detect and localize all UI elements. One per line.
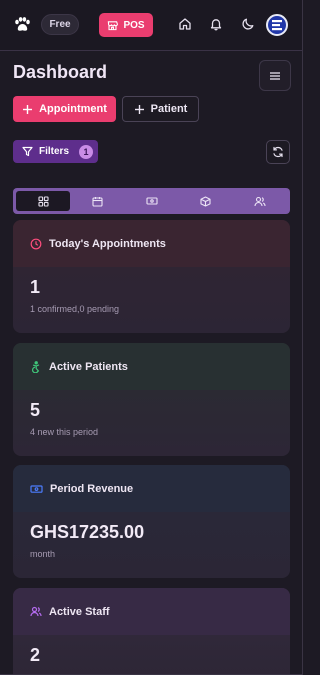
filter-icon	[22, 146, 33, 157]
card-header: Today's Appointments	[13, 220, 290, 267]
filters-label: Filters	[39, 146, 70, 157]
add-appointment-button[interactable]: Appointment	[13, 96, 116, 122]
card-value: 1	[30, 277, 41, 297]
calendar-icon	[92, 196, 103, 207]
card-header: Active Patients	[13, 343, 290, 390]
tab-inventory[interactable]	[179, 191, 233, 211]
app-frame: Free POS Dashboard Appointment Patient F…	[0, 0, 303, 675]
users-icon	[30, 606, 42, 617]
card-title: Active Staff	[49, 605, 110, 618]
pos-label: POS	[123, 19, 145, 31]
card-value: GHS17235.00	[30, 522, 145, 542]
moon-icon[interactable]	[241, 17, 255, 31]
refresh-button[interactable]	[266, 140, 290, 164]
filters-button[interactable]: Filters 1	[13, 140, 98, 163]
add-appointment-label: Appointment	[39, 103, 107, 115]
card-active-patients[interactable]: Active Patients 5 4 new this period	[13, 343, 290, 456]
card-header: Period Revenue	[13, 465, 290, 512]
card-title: Today's Appointments	[49, 237, 166, 250]
pos-button[interactable]: POS	[99, 13, 153, 37]
tab-staff[interactable]	[233, 191, 287, 211]
card-value: 2	[30, 645, 41, 665]
hamburger-icon	[269, 71, 281, 81]
package-icon	[200, 195, 211, 207]
card-subtitle: month	[30, 549, 56, 559]
add-patient-button[interactable]: Patient	[122, 96, 199, 122]
filters-count-badge: 1	[79, 144, 94, 159]
paw-icon[interactable]	[13, 16, 31, 34]
menu-button[interactable]	[259, 60, 291, 91]
banknote-icon	[30, 484, 43, 494]
card-todays-appointments[interactable]: Today's Appointments 1 1 confirmed,0 pen…	[13, 220, 290, 333]
plus-icon	[134, 104, 145, 115]
store-icon	[107, 20, 119, 31]
plus-icon	[22, 104, 33, 115]
home-icon[interactable]	[178, 17, 192, 31]
card-active-staff[interactable]: Active Staff 2	[13, 588, 290, 674]
grid-icon	[38, 195, 49, 207]
tab-revenue[interactable]	[124, 191, 178, 211]
page-title: Dashboard	[13, 62, 108, 82]
plan-badge: Free	[41, 14, 79, 35]
accessibility-icon	[30, 360, 42, 373]
add-patient-label: Patient	[150, 103, 188, 115]
card-value: 5	[30, 400, 41, 420]
card-subtitle: 1 confirmed,0 pending	[30, 304, 120, 314]
users-icon	[254, 196, 266, 207]
bell-icon[interactable]	[209, 17, 223, 31]
card-period-revenue[interactable]: Period Revenue GHS17235.00 month	[13, 465, 290, 578]
card-header: Active Staff	[13, 588, 290, 635]
refresh-icon	[272, 146, 284, 158]
banknote-icon	[145, 196, 158, 206]
top-bar: Free POS	[0, 0, 302, 51]
tab-overview[interactable]	[16, 191, 71, 211]
dashboard-tabs	[13, 188, 290, 214]
card-title: Active Patients	[49, 360, 128, 373]
clock-icon	[30, 238, 42, 250]
card-subtitle: 4 new this period	[30, 427, 99, 437]
tab-appointments[interactable]	[70, 191, 124, 211]
brand-avatar[interactable]	[266, 14, 288, 36]
card-title: Period Revenue	[50, 482, 134, 495]
